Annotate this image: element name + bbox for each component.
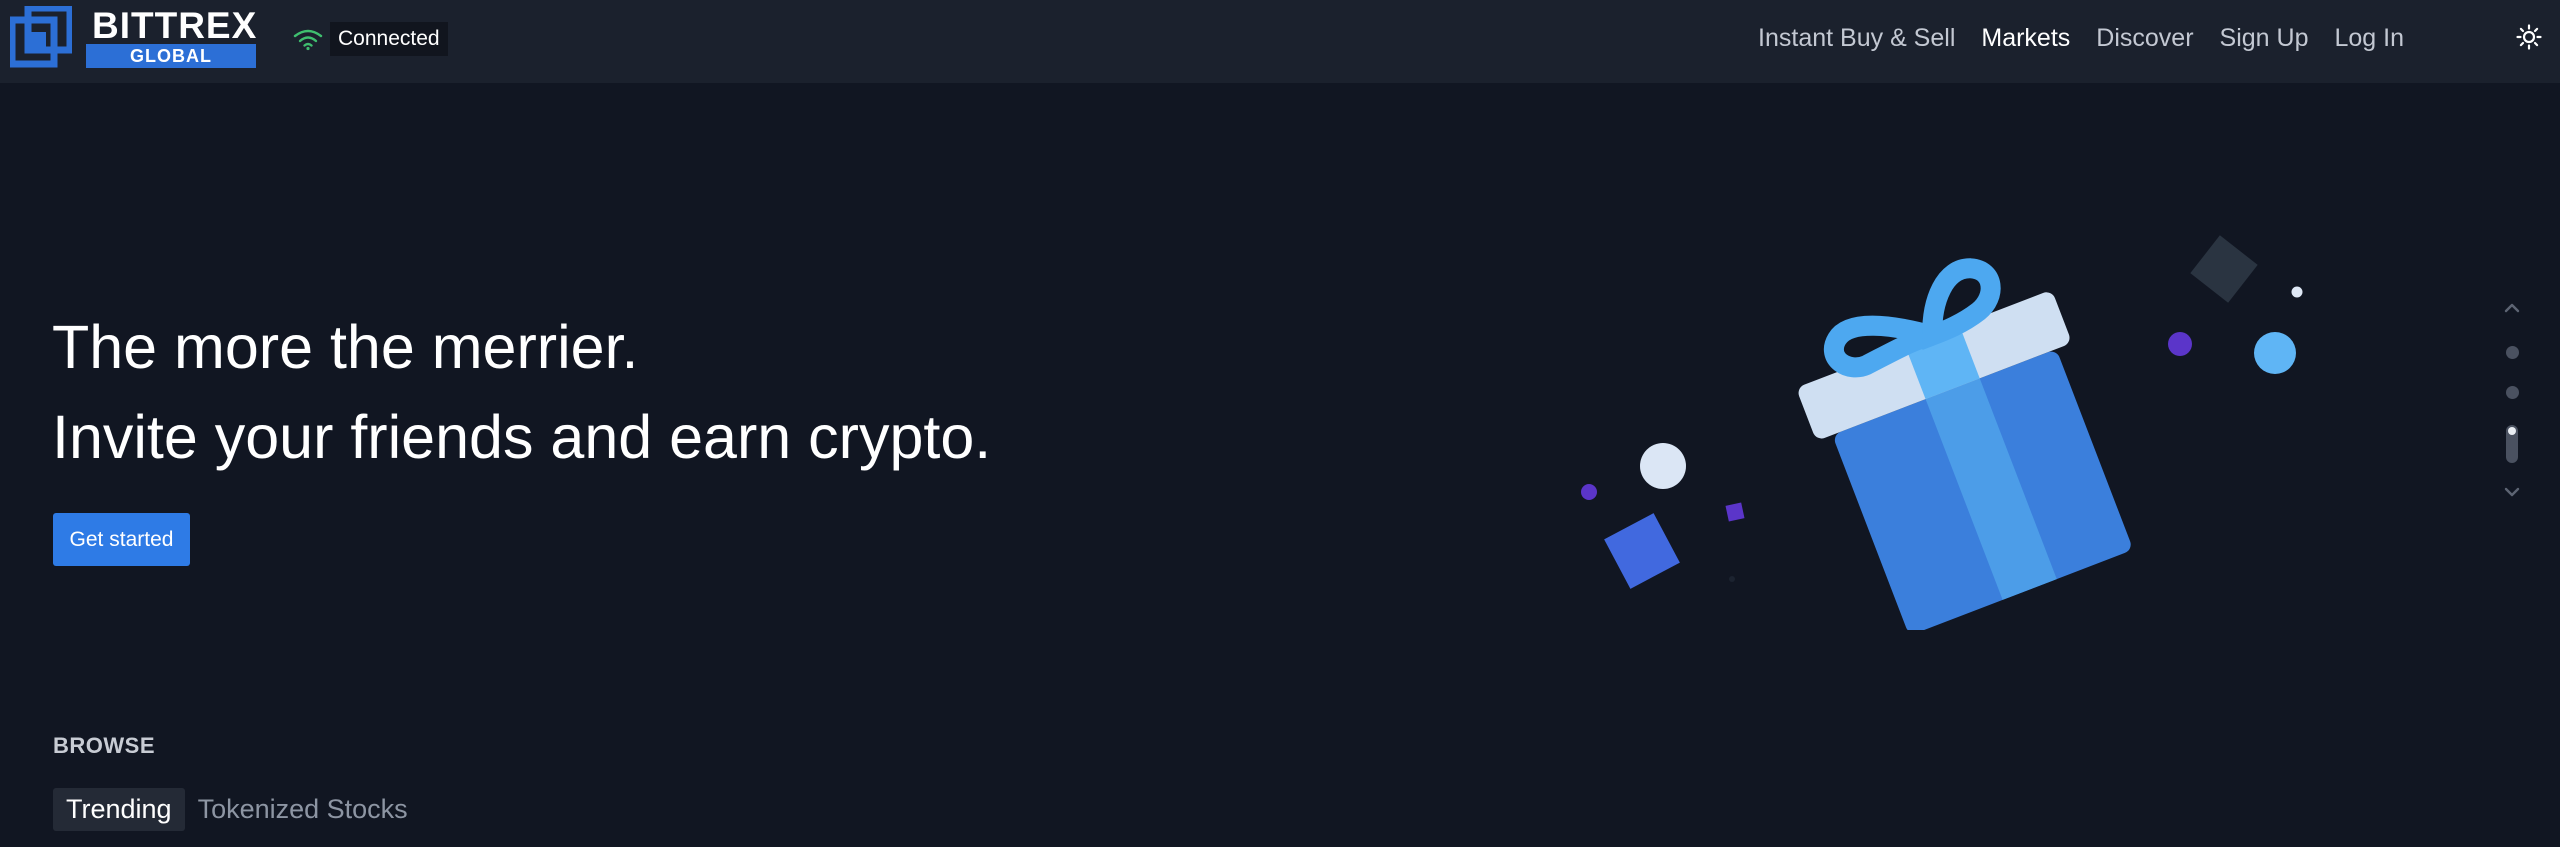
carousel-dot-active[interactable] (2506, 425, 2518, 463)
nav-instant-buy-sell[interactable]: Instant Buy & Sell (1758, 24, 1955, 53)
browse-heading: BROWSE (53, 733, 155, 758)
tab-trending[interactable]: Trending (53, 788, 185, 831)
carousel-dot-1[interactable] (2506, 346, 2519, 359)
carousel-dot-2[interactable] (2506, 386, 2519, 399)
main-nav: Instant Buy & Sell Markets Discover Sign… (1732, 0, 2404, 76)
nav-markets[interactable]: Markets (1981, 24, 2070, 53)
top-navigation-bar: BITTREX GLOBAL Connected Instant Buy & S… (0, 0, 2560, 83)
hero-subheadline: Invite your friends and earn crypto. (52, 403, 992, 471)
get-started-button[interactable]: Get started (53, 513, 190, 566)
connection-status: Connected (292, 20, 448, 58)
carousel-pager (2496, 296, 2528, 516)
gift-box-illustration (1581, 235, 2303, 630)
bittrex-logo[interactable]: BITTREX GLOBAL (10, 4, 260, 70)
nav-sign-up[interactable]: Sign Up (2220, 24, 2309, 53)
chevron-down-icon[interactable] (2500, 480, 2524, 504)
bittrex-logo-mark-icon (10, 6, 72, 68)
browse-tabs: Trending Tokenized Stocks (53, 788, 421, 831)
chevron-up-icon[interactable] (2500, 296, 2524, 320)
brand-sub: GLOBAL (86, 44, 256, 68)
nav-log-in[interactable]: Log In (2334, 24, 2404, 53)
hero-headline: The more the merrier. (52, 313, 639, 381)
brand-name: BITTREX (92, 5, 258, 46)
tab-tokenized-stocks[interactable]: Tokenized Stocks (185, 788, 421, 831)
nav-discover[interactable]: Discover (2096, 24, 2193, 53)
sun-icon[interactable] (2516, 24, 2542, 50)
wifi-icon (293, 29, 323, 51)
connection-status-label: Connected (330, 22, 448, 56)
